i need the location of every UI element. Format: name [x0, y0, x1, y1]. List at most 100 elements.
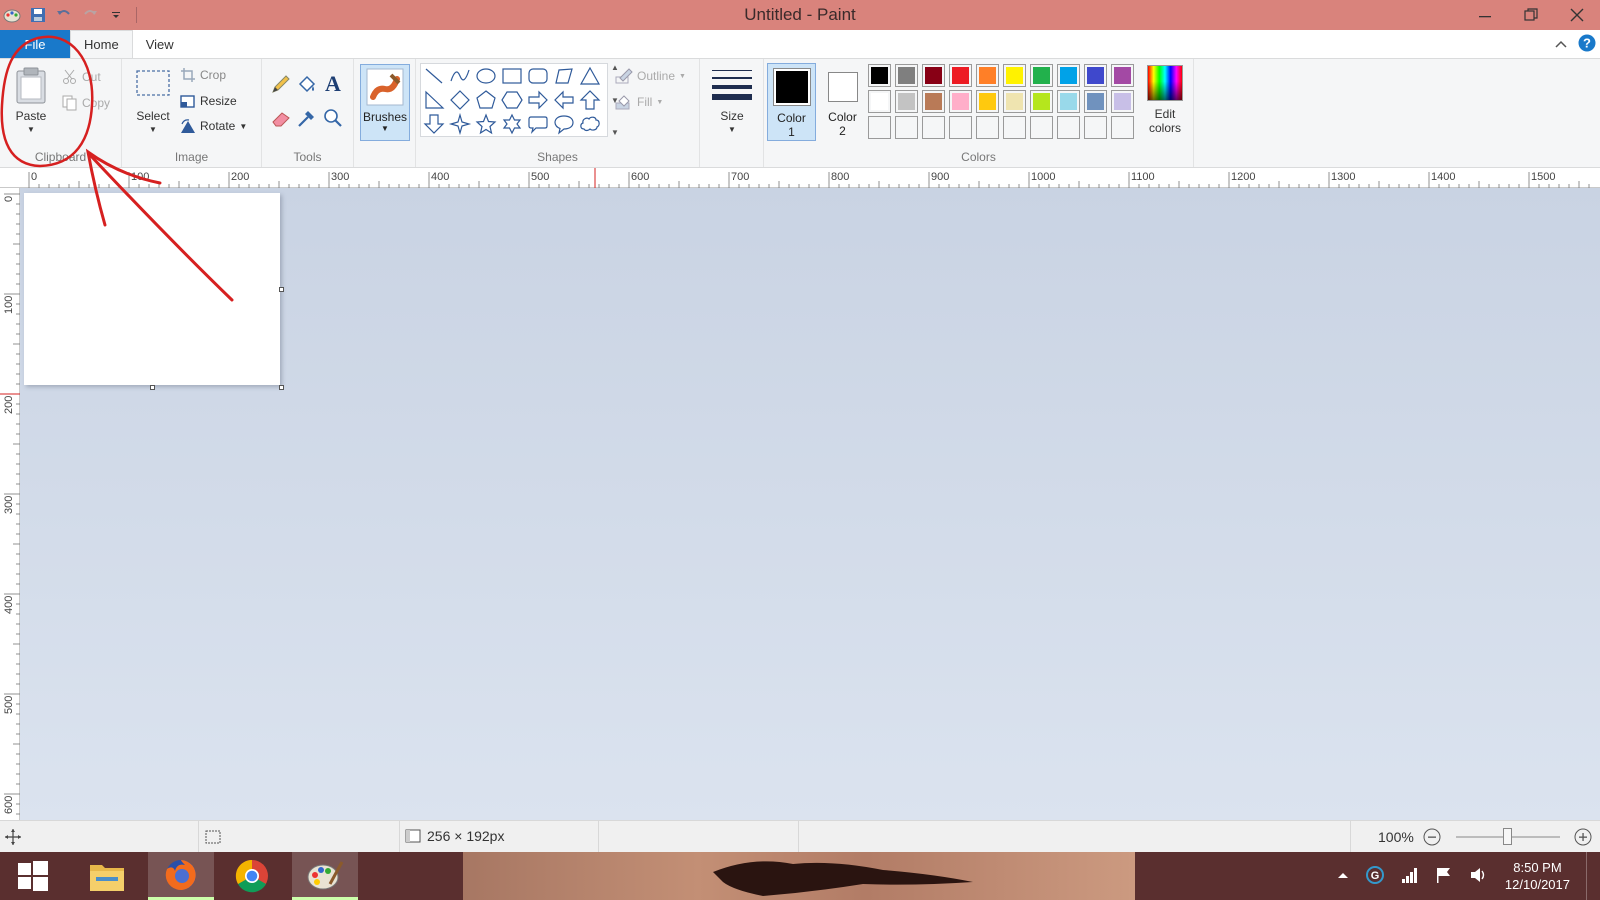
right-triangle-shape-icon[interactable]: [425, 90, 445, 109]
magnifier-tool[interactable]: [322, 107, 344, 132]
save-icon[interactable]: [28, 5, 48, 25]
volume-icon[interactable]: [1469, 866, 1489, 887]
taskbar-paint[interactable]: [292, 852, 358, 900]
rectangle-shape-icon[interactable]: [502, 68, 522, 84]
color2-button[interactable]: Color 2: [818, 63, 867, 141]
palette-swatch[interactable]: [1111, 116, 1134, 139]
rotate-button[interactable]: Rotate ▼: [180, 118, 247, 134]
palette-swatch[interactable]: [1057, 90, 1080, 113]
show-desktop-button[interactable]: [1586, 852, 1592, 900]
palette-swatch[interactable]: [895, 116, 918, 139]
palette-swatch[interactable]: [1030, 90, 1053, 113]
size-button[interactable]: Size ▼: [710, 67, 754, 134]
tray-expand-icon[interactable]: [1337, 869, 1349, 883]
palette-swatch[interactable]: [1003, 116, 1026, 139]
oval-callout-shape-icon[interactable]: [554, 115, 574, 135]
oval-shape-icon[interactable]: [476, 68, 496, 84]
cut-button[interactable]: Cut: [62, 69, 101, 85]
palette-swatch[interactable]: [949, 90, 972, 113]
resize-button[interactable]: Resize: [180, 93, 237, 109]
palette-swatch[interactable]: [868, 64, 891, 87]
palette-swatch[interactable]: [1057, 64, 1080, 87]
minimize-button[interactable]: [1462, 0, 1508, 30]
palette-swatch[interactable]: [1030, 116, 1053, 139]
color-picker-tool[interactable]: [296, 107, 318, 132]
rounded-callout-shape-icon[interactable]: [528, 116, 548, 134]
help-icon[interactable]: ?: [1578, 34, 1596, 55]
zoom-out-button[interactable]: [1423, 828, 1441, 849]
line-shape-icon[interactable]: [425, 68, 443, 84]
palette-swatch[interactable]: [1084, 64, 1107, 87]
four-point-star-shape-icon[interactable]: [448, 112, 472, 136]
action-center-flag-icon[interactable]: [1435, 866, 1453, 887]
right-arrow-shape-icon[interactable]: [528, 90, 548, 110]
palette-swatch[interactable]: [1084, 116, 1107, 139]
tray-app-icon[interactable]: G: [1365, 865, 1385, 888]
palette-swatch[interactable]: [1003, 64, 1026, 87]
redo-icon[interactable]: [80, 5, 100, 25]
color1-button[interactable]: Color 1: [767, 63, 816, 141]
paint-app-icon[interactable]: [2, 5, 22, 25]
canvas-resize-handle-right[interactable]: [279, 287, 284, 292]
tab-view[interactable]: View: [133, 30, 187, 58]
palette-swatch[interactable]: [922, 64, 945, 87]
six-point-star-shape-icon[interactable]: [502, 113, 522, 135]
rounded-rectangle-shape-icon[interactable]: [528, 68, 548, 84]
palette-swatch[interactable]: [895, 64, 918, 87]
taskbar-firefox[interactable]: [148, 852, 214, 900]
select-button[interactable]: Select ▼: [132, 69, 174, 134]
palette-swatch[interactable]: [922, 90, 945, 113]
polygon-shape-icon[interactable]: [555, 68, 573, 84]
fill-button[interactable]: Fill ▼: [615, 93, 663, 111]
palette-swatch[interactable]: [1030, 64, 1053, 87]
up-arrow-shape-icon[interactable]: [579, 90, 601, 110]
palette-swatch[interactable]: [1057, 116, 1080, 139]
taskbar-file-explorer[interactable]: [74, 852, 140, 900]
outline-button[interactable]: Outline ▼: [615, 67, 686, 85]
pencil-tool[interactable]: [270, 73, 292, 98]
palette-swatch[interactable]: [949, 64, 972, 87]
palette-swatch[interactable]: [976, 116, 999, 139]
close-button[interactable]: [1554, 0, 1600, 30]
drawing-canvas[interactable]: [24, 193, 280, 385]
tab-file[interactable]: File: [0, 30, 70, 58]
palette-swatch[interactable]: [1111, 90, 1134, 113]
minimize-ribbon-icon[interactable]: [1554, 38, 1568, 52]
canvas-resize-handle-bottom[interactable]: [150, 385, 155, 390]
taskbar-chrome[interactable]: [219, 852, 285, 900]
palette-swatch[interactable]: [949, 116, 972, 139]
edit-colors-button[interactable]: Edit colors: [1142, 65, 1188, 135]
diamond-shape-icon[interactable]: [450, 90, 470, 110]
copy-button[interactable]: Copy: [62, 95, 110, 111]
five-point-star-shape-icon[interactable]: [475, 113, 497, 135]
palette-swatch[interactable]: [976, 64, 999, 87]
palette-swatch[interactable]: [922, 116, 945, 139]
zoom-in-button[interactable]: [1574, 828, 1592, 849]
palette-swatch[interactable]: [1084, 90, 1107, 113]
text-tool[interactable]: A: [322, 71, 344, 97]
palette-swatch[interactable]: [895, 90, 918, 113]
left-arrow-shape-icon[interactable]: [554, 90, 574, 110]
palette-swatch[interactable]: [868, 116, 891, 139]
brushes-button[interactable]: Brushes ▼: [360, 64, 410, 141]
palette-swatch[interactable]: [976, 90, 999, 113]
hexagon-shape-icon[interactable]: [501, 91, 523, 109]
network-icon[interactable]: [1401, 866, 1419, 887]
canvas-resize-handle-corner[interactable]: [279, 385, 284, 390]
start-button[interactable]: [0, 852, 66, 900]
palette-swatch[interactable]: [1111, 64, 1134, 87]
palette-swatch[interactable]: [1003, 90, 1026, 113]
taskbar-clock[interactable]: 8:50 PM 12/10/2017: [1505, 859, 1570, 893]
shapes-gallery-icons[interactable]: [421, 64, 607, 136]
down-arrow-shape-icon[interactable]: [423, 114, 445, 134]
cloud-callout-shape-icon[interactable]: [580, 116, 600, 132]
crop-button[interactable]: Crop: [180, 67, 226, 83]
customize-qat-icon[interactable]: [106, 5, 126, 25]
paste-button[interactable]: Paste ▼: [12, 67, 50, 134]
fill-tool[interactable]: [296, 73, 318, 98]
palette-swatch[interactable]: [868, 90, 891, 113]
curve-shape-icon[interactable]: [450, 69, 470, 82]
undo-icon[interactable]: [54, 5, 74, 25]
triangle-shape-icon[interactable]: [579, 66, 601, 85]
zoom-slider-thumb[interactable]: [1503, 828, 1512, 845]
